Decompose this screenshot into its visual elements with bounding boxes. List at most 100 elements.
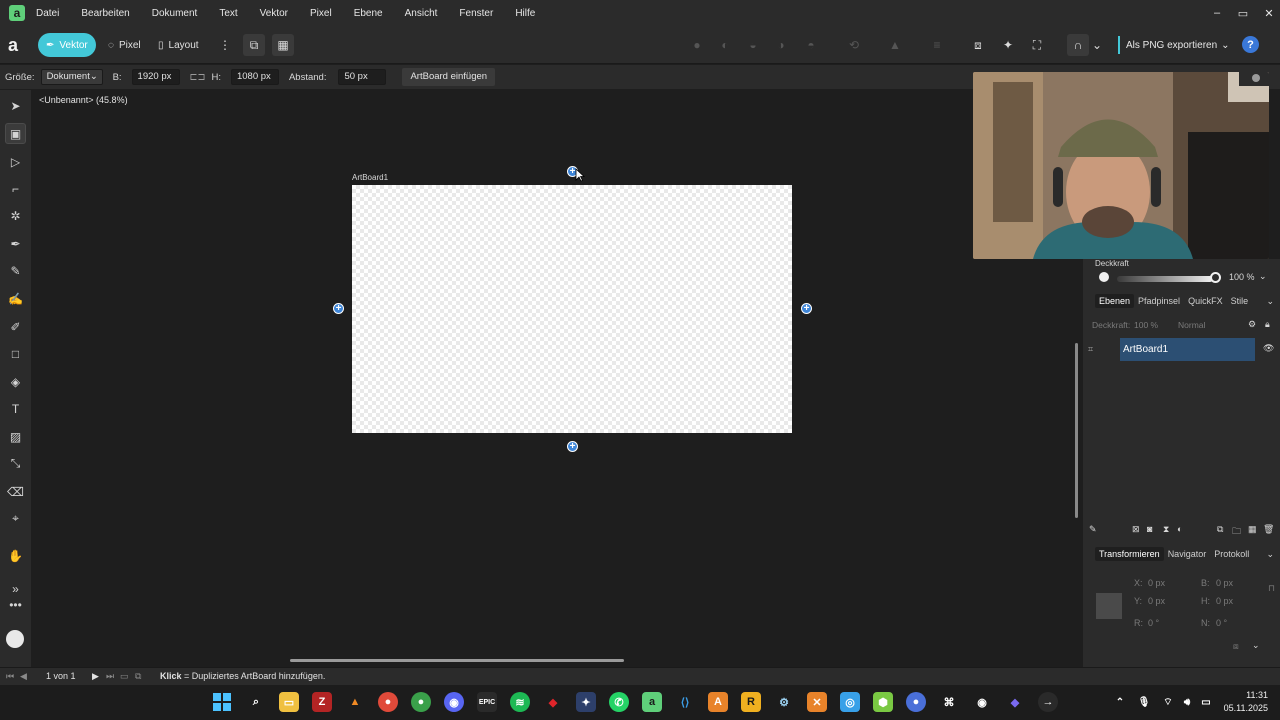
gear-icon[interactable]: ⚙ xyxy=(1248,319,1256,330)
affinity-icon[interactable]: a xyxy=(642,692,662,712)
folder-icon[interactable]: 🗀︎ xyxy=(1232,524,1241,540)
volume-icon[interactable]: 🔊︎ xyxy=(1177,692,1197,712)
battery-icon[interactable]: ▭ xyxy=(1196,692,1216,712)
vertical-scrollbar[interactable] xyxy=(1075,343,1078,518)
app-arrow-icon[interactable]: → xyxy=(1038,692,1058,712)
red-diamond-icon[interactable]: ◆ xyxy=(543,692,563,712)
vlc-icon[interactable]: ▲ xyxy=(345,692,365,712)
canvas[interactable]: <Unbenannt> (45.8%) ArtBoard1 + + + + xyxy=(31,90,1082,667)
point-transform-icon[interactable]: ✲ xyxy=(6,206,25,225)
chrome-icon[interactable]: ● xyxy=(378,692,398,712)
shape-tool-icon[interactable]: ◈ xyxy=(6,372,25,391)
checkerboard-icon[interactable]: ▦ xyxy=(1248,524,1257,535)
n-input[interactable]: 0 ° xyxy=(1216,618,1227,628)
boolean-xor-icon[interactable]: ◑ xyxy=(772,36,790,54)
blend-mode-select[interactable]: Normal xyxy=(1178,320,1205,330)
vector-brush-icon[interactable]: ✍ xyxy=(6,289,25,308)
add-artboard-right-handle[interactable]: + xyxy=(801,303,812,314)
opacity-slider[interactable] xyxy=(1117,276,1213,282)
link-aspect-icon[interactable]: ⊏⊐ xyxy=(190,72,206,83)
grid-layout-icon[interactable]: ▦ xyxy=(272,34,294,56)
maximize-button[interactable]: ▭ xyxy=(1232,7,1254,20)
tab-transformieren[interactable]: Transformieren xyxy=(1095,547,1164,561)
steam-icon[interactable]: ⚙ xyxy=(774,692,794,712)
pen-tool-icon[interactable]: ✒ xyxy=(6,234,25,253)
x-input[interactable]: 0 px xyxy=(1148,578,1165,588)
edit-icon[interactable]: ✎ xyxy=(1089,524,1097,535)
menu-fenster[interactable]: Fenster xyxy=(459,8,493,19)
more-options-icon[interactable]: ⋮ xyxy=(216,36,234,54)
cube-icon[interactable]: ⬢ xyxy=(873,692,893,712)
minimize-button[interactable]: – xyxy=(1206,7,1228,19)
menu-bearbeiten[interactable]: Bearbeiten xyxy=(81,8,129,19)
chevron-up-icon[interactable]: ⌃ xyxy=(1110,692,1130,712)
size-select[interactable]: Dokument ⌄ xyxy=(40,69,103,85)
anchor-selector[interactable] xyxy=(1096,593,1122,619)
xampp-icon[interactable]: ✕ xyxy=(807,692,827,712)
boolean-divide-icon[interactable]: ◓ xyxy=(802,36,820,54)
add-pixel-layer-icon[interactable]: ⧉ xyxy=(1217,524,1223,535)
menu-hilfe[interactable]: Hilfe xyxy=(515,8,535,19)
tab-stile[interactable]: Stile xyxy=(1227,294,1253,308)
affinity-designer-icon[interactable]: A xyxy=(708,692,728,712)
discord-icon[interactable]: ◉ xyxy=(444,692,464,712)
insert-artboard-button[interactable]: ArtBoard einfügen xyxy=(402,68,496,86)
menu-datei[interactable]: Datei xyxy=(36,8,59,19)
opacity-slider-knob[interactable] xyxy=(1210,272,1221,283)
menu-dokument[interactable]: Dokument xyxy=(152,8,198,19)
whatsapp-icon[interactable]: ✆ xyxy=(609,692,629,712)
search-icon[interactable]: ⌕ xyxy=(246,692,266,712)
chevron-down-icon[interactable]: ⌄ xyxy=(1092,36,1102,54)
tab-quickfx[interactable]: QuickFX xyxy=(1184,294,1227,308)
mask-icon[interactable]: ⊠ xyxy=(1132,524,1140,535)
menu-pixel[interactable]: Pixel xyxy=(310,8,332,19)
move-tool-icon[interactable]: ➤ xyxy=(6,96,25,115)
boolean-add-icon[interactable]: ● xyxy=(688,36,706,54)
persona-vektor-button[interactable]: ✒ Vektor xyxy=(38,33,96,57)
vscode-icon[interactable]: ⟨⟩ xyxy=(675,692,695,712)
spacing-input[interactable]: 50 px xyxy=(338,69,387,85)
export-png-button[interactable]: Als PNG exportieren ⌄ xyxy=(1118,36,1230,54)
persona-layout-button[interactable]: ▯ Layout xyxy=(150,33,207,57)
app-blue-icon[interactable]: ◎ xyxy=(840,692,860,712)
transform-origin-icon[interactable]: ⧈ xyxy=(1233,641,1239,652)
chevron-down-icon[interactable]: ⌄ xyxy=(1266,549,1274,560)
davinci-icon[interactable]: ✦ xyxy=(576,692,596,712)
app-orb-icon[interactable]: ● xyxy=(906,692,926,712)
corner-tool-icon[interactable]: ⌐ xyxy=(6,179,25,198)
layer-name[interactable]: ArtBoard1 xyxy=(1123,344,1168,355)
tab-ebenen[interactable]: Ebenen xyxy=(1095,294,1135,308)
trash-icon[interactable]: 🗑︎ xyxy=(1263,524,1274,535)
align-icon[interactable]: ≡ xyxy=(928,36,946,54)
chevron-down-icon[interactable]: ⌄ xyxy=(1259,271,1267,282)
snap-icon[interactable]: ✦ xyxy=(999,36,1017,54)
color-well-icon[interactable] xyxy=(6,630,24,648)
file-explorer-icon[interactable]: ▭ xyxy=(279,692,299,712)
y-input[interactable]: 0 px xyxy=(1148,596,1165,606)
chevron-down-icon[interactable]: ⌄ xyxy=(1252,640,1260,651)
network-app-icon[interactable]: ⌘ xyxy=(939,692,959,712)
chrome-profile-icon[interactable]: ● xyxy=(411,692,431,712)
eye-icon[interactable]: 👁︎ xyxy=(1263,343,1274,354)
tab-pfadpinsel[interactable]: Pfadpinsel xyxy=(1134,294,1184,308)
filezilla-icon[interactable]: Z xyxy=(312,692,332,712)
menu-text[interactable]: Text xyxy=(219,8,237,19)
h-input[interactable]: 0 px xyxy=(1216,596,1233,606)
last-page-icon[interactable]: ⏭ xyxy=(106,671,114,682)
help-icon[interactable]: ? xyxy=(1242,36,1259,53)
transparency-tool-icon[interactable]: ⤡ xyxy=(6,454,25,473)
epic-games-icon[interactable]: EPIC xyxy=(477,692,497,712)
boolean-subtract-icon[interactable]: ◐ xyxy=(716,36,734,54)
app-gem-icon[interactable]: ◆ xyxy=(1005,692,1025,712)
assets-icon[interactable]: ⧉ xyxy=(243,34,265,56)
tab-protokoll[interactable]: Protokoll xyxy=(1210,547,1253,561)
rockstar-icon[interactable]: R xyxy=(741,692,761,712)
fill-tool-icon[interactable]: ✐ xyxy=(6,317,25,336)
close-button[interactable]: ✕ xyxy=(1258,7,1280,20)
spotify-icon[interactable]: ≋ xyxy=(510,692,530,712)
b-input[interactable]: 0 px xyxy=(1216,578,1233,588)
duplicate-icon[interactable]: ⧉ xyxy=(135,671,141,682)
wifi-icon[interactable]: ⌔ xyxy=(1158,692,1178,712)
menu-vektor[interactable]: Vektor xyxy=(260,8,288,19)
contrast-icon[interactable]: ◐ xyxy=(1177,524,1182,534)
